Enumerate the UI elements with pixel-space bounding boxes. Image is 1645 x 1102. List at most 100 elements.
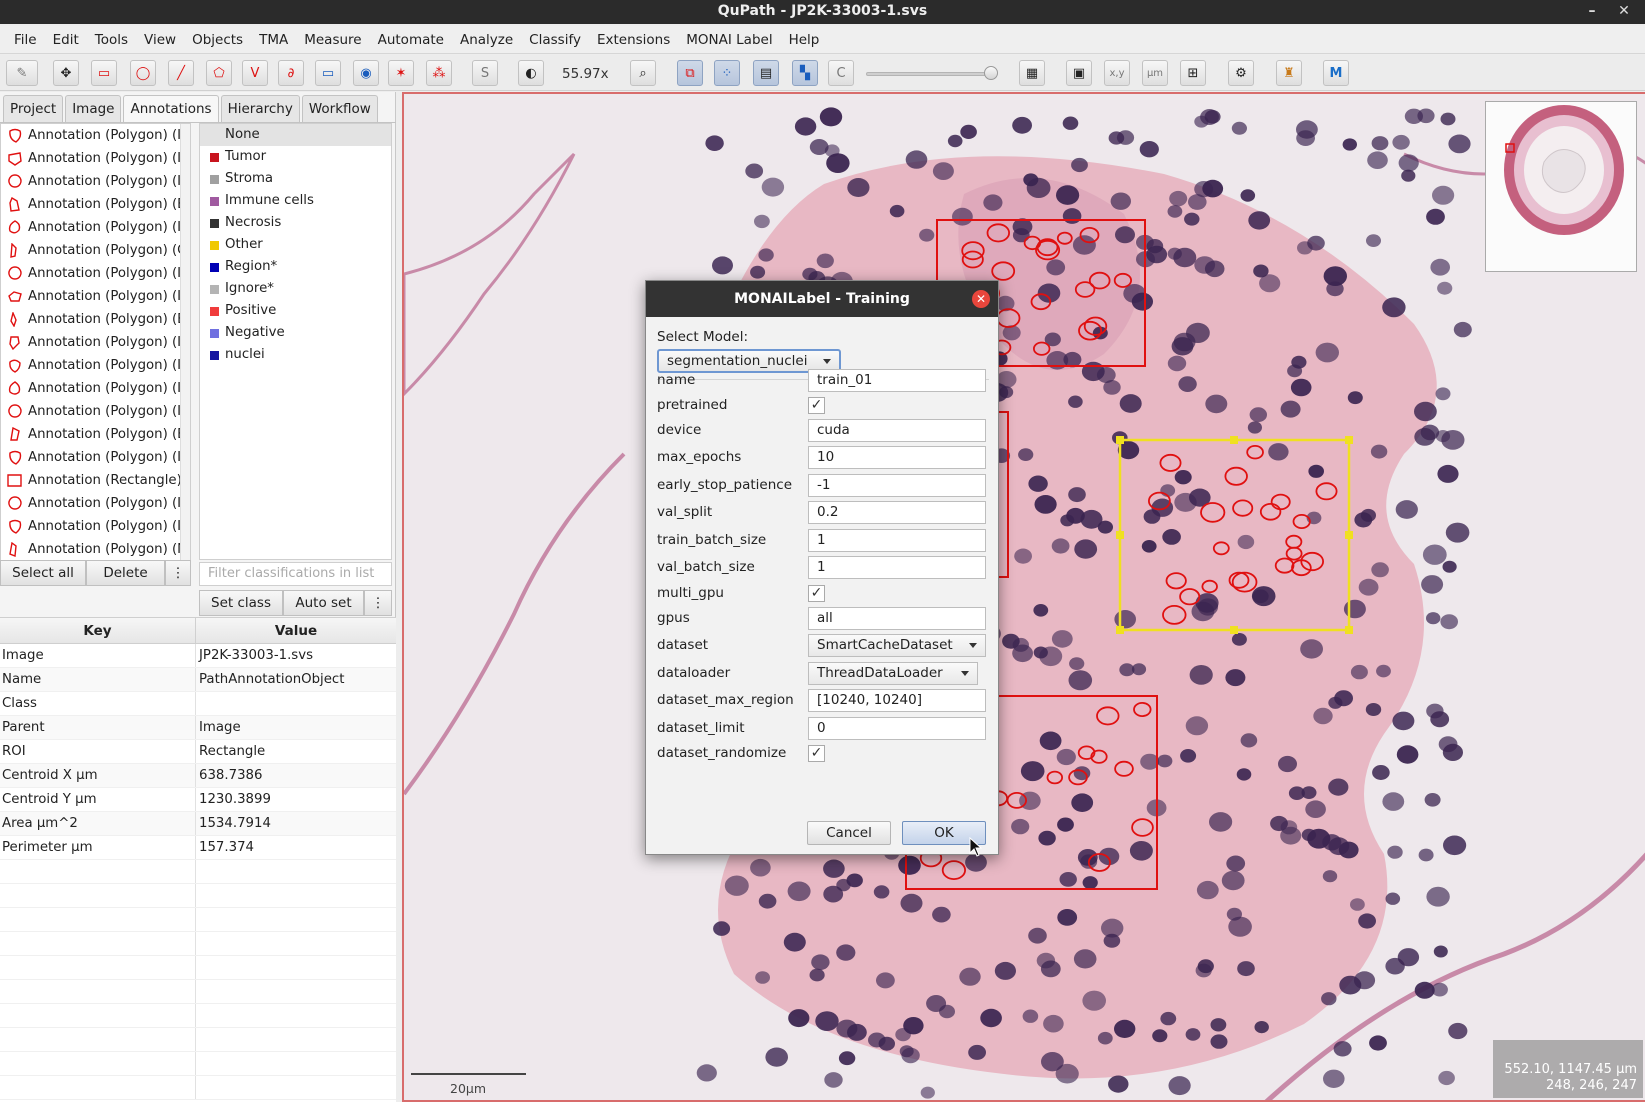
dataset-limit-field[interactable]: 0: [808, 717, 986, 740]
annotation-list-item[interactable]: Annotation (Polygon) (I: [1, 262, 190, 285]
menu-extensions[interactable]: Extensions: [589, 26, 678, 54]
multi-gpu-checkbox[interactable]: ✓: [808, 585, 825, 602]
dataset-select[interactable]: SmartCacheDataset: [808, 634, 986, 657]
minimize-icon[interactable]: –: [1584, 3, 1600, 19]
cells-tool-icon[interactable]: ⁂: [426, 60, 452, 86]
annotation-list-item[interactable]: Annotation (Polygon) (I: [1, 354, 190, 377]
class-list-item[interactable]: Ignore*: [200, 278, 391, 300]
counting-grid-icon[interactable]: ⊞: [1180, 60, 1206, 86]
class-list-item[interactable]: None: [200, 124, 391, 146]
train-batch-size-field[interactable]: 1: [808, 529, 986, 552]
fill-detections-icon[interactable]: ▚: [792, 60, 818, 86]
class-list-item[interactable]: Necrosis: [200, 212, 391, 234]
zoom-to-fit-icon[interactable]: ⌕: [630, 60, 656, 86]
key-column-header[interactable]: Key: [0, 618, 196, 643]
annotation-list-item[interactable]: Annotation (Polygon) (E: [1, 193, 190, 216]
property-row[interactable]: Class: [0, 692, 396, 716]
menu-tools[interactable]: Tools: [87, 26, 136, 54]
pretrained-checkbox[interactable]: ✓: [808, 397, 825, 414]
class-more-button[interactable]: ⋮: [364, 590, 392, 616]
menu-measure[interactable]: Measure: [296, 26, 369, 54]
property-row[interactable]: Name PathAnnotationObject: [0, 668, 396, 692]
menu-file[interactable]: File: [6, 26, 45, 54]
dataloader-select[interactable]: ThreadDataLoader: [808, 662, 978, 685]
dialog-close-icon[interactable]: ✕: [972, 290, 990, 308]
menu-analyze[interactable]: Analyze: [452, 26, 521, 54]
class-filter-input[interactable]: Filter classifications in list: [199, 562, 392, 586]
annotation-more-button[interactable]: ⋮: [165, 560, 191, 586]
selection-mode-icon[interactable]: S: [472, 60, 498, 86]
menu-view[interactable]: View: [136, 26, 184, 54]
class-list-item[interactable]: Other: [200, 234, 391, 256]
cancel-button[interactable]: Cancel: [807, 821, 891, 845]
menu-automate[interactable]: Automate: [370, 26, 452, 54]
annotation-list-item[interactable]: Annotation (Polygon) (I: [1, 285, 190, 308]
annotation-list-item[interactable]: Annotation (Polygon) (I: [1, 377, 190, 400]
show-annotations-icon[interactable]: ⧉: [677, 60, 703, 86]
annotation-list-item[interactable]: Annotation (Polygon) (Nu: [1, 538, 190, 561]
location-text-icon[interactable]: x,y: [1104, 60, 1130, 86]
tab-workflow[interactable]: Workflow: [301, 95, 378, 122]
property-row[interactable]: Image JP2K-33003-1.svs: [0, 644, 396, 668]
class-list-item[interactable]: Region*: [200, 256, 391, 278]
menu-objects[interactable]: Objects: [184, 26, 251, 54]
delete-button[interactable]: Delete: [86, 560, 165, 586]
menu-classify[interactable]: Classify: [521, 26, 589, 54]
polyline-tool-icon[interactable]: V: [242, 60, 268, 86]
class-list-item[interactable]: Stroma: [200, 168, 391, 190]
opacity-slider[interactable]: [866, 72, 996, 76]
grid-icon[interactable]: ▦: [1019, 60, 1045, 86]
max-epochs-field[interactable]: 10: [808, 446, 986, 469]
class-list-item[interactable]: Positive: [200, 300, 391, 322]
val-split-field[interactable]: 0.2: [808, 501, 986, 524]
annotation-list-item[interactable]: Annotation (Polygon) (I: [1, 147, 190, 170]
annotation-list-vscroll[interactable]: [180, 124, 190, 569]
set-class-button[interactable]: Set class: [199, 590, 283, 616]
menu-edit[interactable]: Edit: [45, 26, 87, 54]
close-window-icon[interactable]: ✕: [1616, 3, 1632, 19]
monai-label-icon[interactable]: M: [1323, 60, 1349, 86]
classification-list[interactable]: None Tumor Stroma Immune cells Necrosis Other…: [199, 123, 392, 560]
brightness-contrast-icon[interactable]: ◐: [518, 60, 544, 86]
dataset-max-region-field[interactable]: [10240, 10240]: [808, 689, 986, 712]
property-row[interactable]: Centroid X µm 638.7386: [0, 764, 396, 788]
value-column-header[interactable]: Value: [196, 618, 396, 643]
property-row[interactable]: Centroid Y µm 1230.3899: [0, 788, 396, 812]
property-row[interactable]: Parent Image: [0, 716, 396, 740]
annotation-list-item[interactable]: Annotation (Rectangle): [1, 469, 190, 492]
annotation-list-item[interactable]: Annotation (Polygon) (I: [1, 216, 190, 239]
annotation-list-item[interactable]: Annotation (Polygon) (In: [1, 331, 190, 354]
property-row[interactable]: ROI Rectangle: [0, 740, 396, 764]
class-list-item[interactable]: nuclei: [200, 344, 391, 366]
val-batch-size-field[interactable]: 1: [808, 556, 986, 579]
magic-wand-icon[interactable]: ✶: [388, 60, 414, 86]
dataset-randomize-checkbox[interactable]: ✓: [808, 745, 825, 762]
show-connections-icon[interactable]: C: [828, 60, 854, 86]
tab-image[interactable]: Image: [65, 95, 122, 122]
overview-icon[interactable]: ▣: [1066, 60, 1092, 86]
rectangle-tool-icon[interactable]: ▭: [91, 60, 117, 86]
show-tma-grid-icon[interactable]: ⁘: [714, 60, 740, 86]
image-viewer[interactable]: [402, 92, 1645, 1102]
property-row[interactable]: Perimeter µm 157.374: [0, 836, 396, 860]
opacity-slider-thumb[interactable]: [984, 66, 998, 80]
annotation-list-item[interactable]: Annotation (Polygon) (Ep: [1, 308, 190, 331]
toggle-panel-icon[interactable]: ✎: [6, 60, 38, 86]
gpus-field[interactable]: all: [808, 607, 986, 630]
tab-hierarchy[interactable]: Hierarchy: [220, 95, 300, 122]
preferences-icon[interactable]: ⚙: [1228, 60, 1254, 86]
annotation-list-item[interactable]: Annotation (Polygon) (I: [1, 446, 190, 469]
scalebar-icon[interactable]: µm: [1142, 60, 1168, 86]
annotation-list-item[interactable]: Annotation (Polygon) (I: [1, 492, 190, 515]
class-list-item[interactable]: Tumor: [200, 146, 391, 168]
menu-monai-label[interactable]: MONAI Label: [678, 26, 780, 54]
early-stop-patience-field[interactable]: -1: [808, 474, 986, 497]
tab-annotations[interactable]: Annotations: [123, 95, 219, 122]
select-all-button[interactable]: Select all: [0, 560, 86, 586]
slide-image[interactable]: [404, 94, 1645, 1102]
annotation-list-item[interactable]: Annotation (Polygon) (Co: [1, 239, 190, 262]
annotation-list[interactable]: Annotation (Polygon) (I Annotation (Polyg…: [0, 123, 191, 583]
points-tool-icon[interactable]: ◉: [353, 60, 379, 86]
tab-project[interactable]: Project: [3, 95, 64, 122]
show-detections-icon[interactable]: ▤: [753, 60, 779, 86]
